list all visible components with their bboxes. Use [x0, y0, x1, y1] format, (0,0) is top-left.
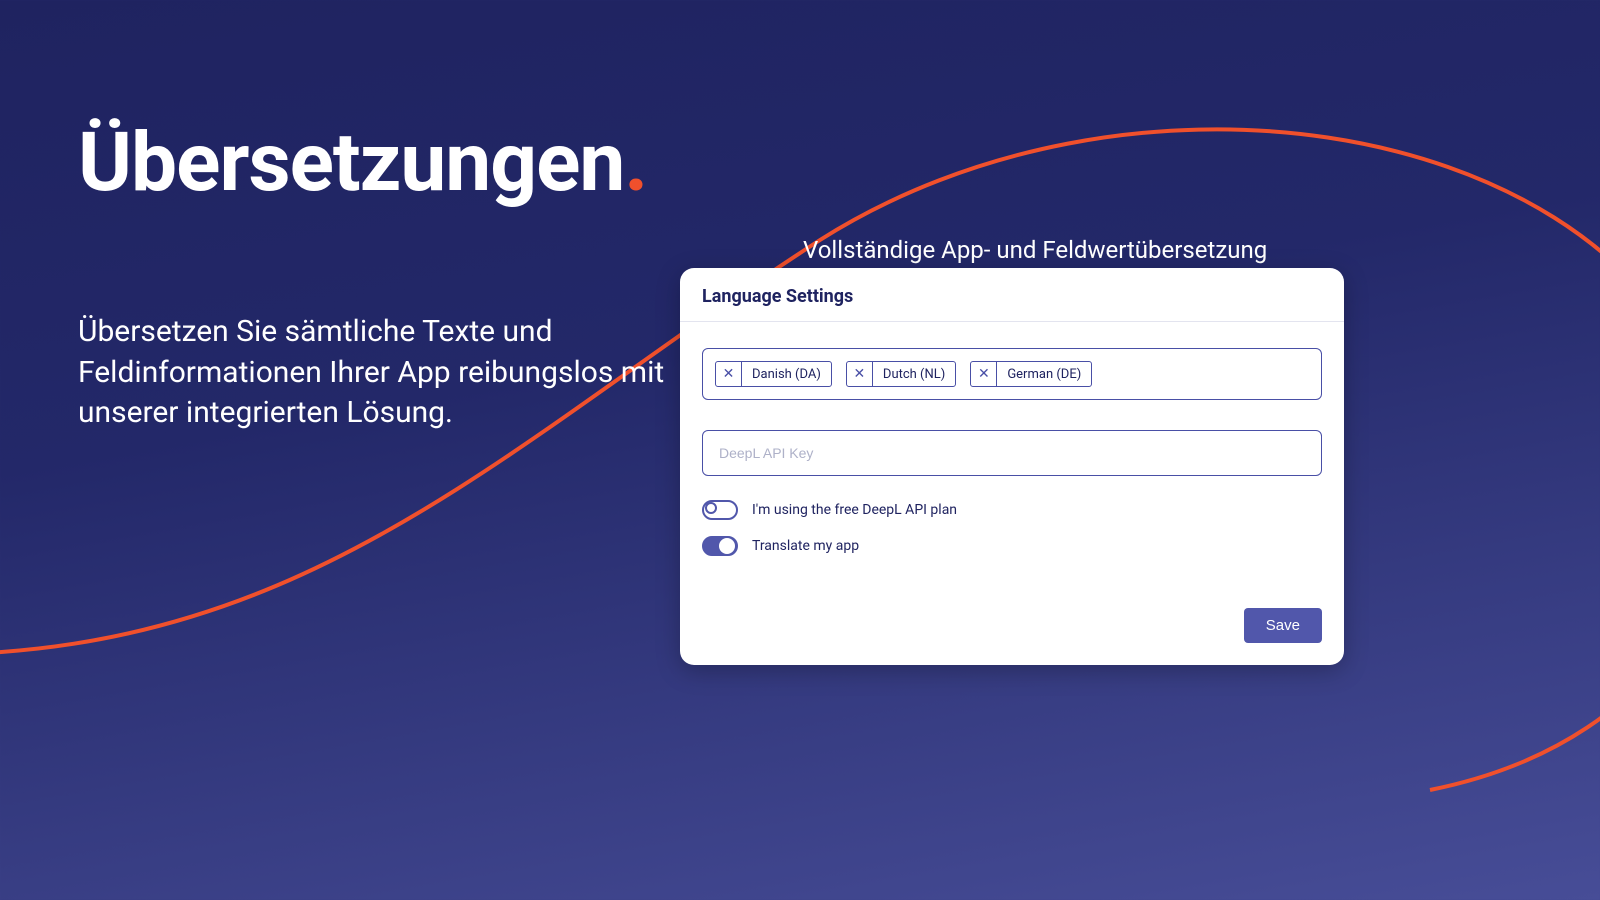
api-key-input[interactable]: [703, 431, 1321, 475]
language-tag: ✕ German (DE): [970, 361, 1092, 387]
toggle-translate-row: Translate my app: [702, 536, 1322, 556]
panel-title: Language Settings: [680, 268, 1344, 322]
hero-subtitle: Übersetzen Sie sämtliche Texte und Feldi…: [78, 312, 678, 434]
headline-text: Übersetzungen: [78, 115, 624, 211]
language-tag-label: Dutch (NL): [873, 362, 955, 386]
panel-footer: Save: [702, 608, 1322, 643]
language-tag: ✕ Dutch (NL): [846, 361, 956, 387]
language-tag-label: German (DE): [997, 362, 1091, 386]
panel-caption: Vollständige App- und Feldwertübersetzun…: [803, 236, 1267, 264]
toggle-translate-app[interactable]: [702, 536, 738, 556]
page-title: Übersetzungen.: [78, 122, 678, 204]
language-tag: ✕ Danish (DA): [715, 361, 832, 387]
toggle-free-plan-label: I'm using the free DeepL API plan: [752, 502, 957, 518]
hero-block: Übersetzungen. Übersetzen Sie sämtliche …: [78, 122, 678, 434]
language-settings-panel: Language Settings ✕ Danish (DA) ✕ Dutch …: [680, 268, 1344, 665]
close-icon[interactable]: ✕: [716, 362, 742, 386]
api-key-field-wrapper: [702, 430, 1322, 476]
toggle-free-plan-row: I'm using the free DeepL API plan: [702, 500, 1322, 520]
toggle-translate-label: Translate my app: [752, 538, 859, 554]
panel-body: ✕ Danish (DA) ✕ Dutch (NL) ✕ German (DE)…: [680, 322, 1344, 665]
languages-input[interactable]: ✕ Danish (DA) ✕ Dutch (NL) ✕ German (DE): [702, 348, 1322, 400]
headline-dot: .: [624, 115, 647, 211]
save-button[interactable]: Save: [1244, 608, 1322, 643]
close-icon[interactable]: ✕: [847, 362, 873, 386]
toggle-free-plan[interactable]: [702, 500, 738, 520]
close-icon[interactable]: ✕: [971, 362, 997, 386]
language-tag-label: Danish (DA): [742, 362, 831, 386]
